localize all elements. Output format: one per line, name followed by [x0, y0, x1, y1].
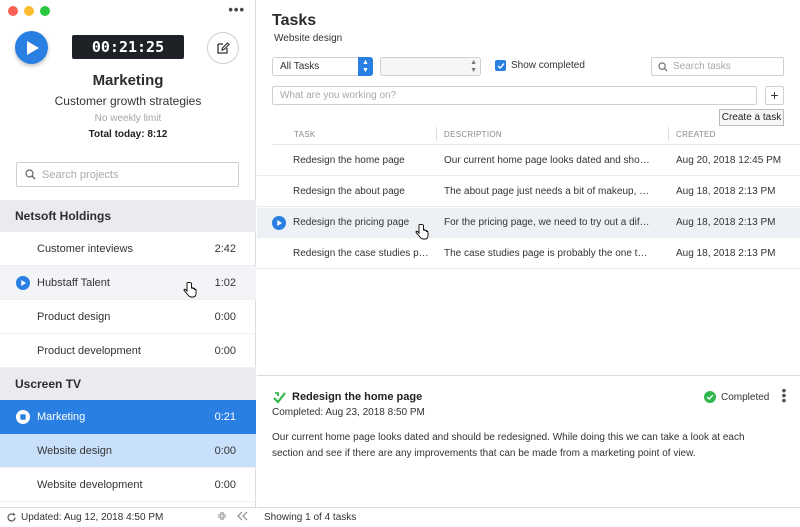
task-complete-icon	[273, 392, 286, 404]
edit-icon	[217, 42, 230, 54]
task-description: For the pricing page, we need to try out…	[444, 217, 652, 228]
project-name: Website development	[37, 478, 143, 491]
org-header-netsoft: Netsoft Holdings	[0, 200, 256, 232]
project-name: Customer inteviews	[37, 242, 133, 255]
project-row-product-design[interactable]: Product design 0:00	[0, 300, 256, 334]
project-time: 0:00	[214, 310, 236, 323]
project-time: 0:00	[214, 344, 236, 357]
create-task-button[interactable]: +	[765, 86, 784, 105]
search-tasks-input[interactable]: Search tasks	[651, 57, 784, 76]
project-name: Website design	[37, 444, 113, 457]
task-filter-select[interactable]: All Tasks ▲ ▼	[272, 57, 373, 76]
project-time: 0:21	[214, 411, 236, 423]
search-projects-input[interactable]: Search projects	[16, 162, 239, 187]
current-task-name: Customer growth strategies	[54, 94, 202, 108]
check-circle-icon	[704, 391, 716, 403]
more-vertical-icon[interactable]: • • •	[781, 383, 787, 407]
task-name: Redesign the about page	[293, 186, 405, 197]
show-completed-label: Show completed	[511, 60, 585, 71]
more-horizontal-icon[interactable]: •••	[228, 2, 245, 17]
tasks-table-header: TASK DESCRIPTION CREATED	[272, 123, 800, 145]
detail-task-title: Redesign the home page	[292, 391, 423, 403]
minimize-window-button[interactable]	[24, 6, 34, 16]
tasks-footer: Showing 1 of 4 tasks	[257, 507, 800, 527]
hubstaff-app-window: ••• 00:21:25 Marketing Customer growth s…	[0, 0, 800, 527]
weekly-limit-text: No weekly limit	[94, 113, 162, 124]
column-header-description[interactable]: DESCRIPTION	[444, 130, 502, 139]
tasks-panel: Tasks Website design All Tasks ▲ ▼ ▲ ▼ Sho…	[257, 0, 800, 527]
detail-description: Our current home page looks dated and sh…	[272, 432, 745, 459]
task-created: Aug 18, 2018 2:13 PM	[676, 248, 776, 259]
task-filter-value: All Tasks	[280, 61, 320, 72]
show-completed-toggle[interactable]: Show completed	[495, 60, 585, 71]
search-tasks-placeholder: Search tasks	[673, 61, 731, 72]
project-row-website-development[interactable]: Website development 0:00	[0, 468, 256, 502]
task-name: Redesign the home page	[293, 155, 405, 166]
task-row[interactable]: Redesign the home page Our current home …	[257, 146, 800, 176]
search-projects-placeholder: Search projects	[42, 168, 119, 181]
play-circle-icon[interactable]	[16, 275, 30, 290]
page-title: Tasks	[272, 12, 317, 29]
project-name: Marketing	[37, 411, 86, 423]
project-time: 0:00	[214, 478, 236, 491]
secondary-filter-select[interactable]: ▲ ▼	[380, 57, 481, 76]
checkbox-checked-icon[interactable]	[495, 60, 506, 71]
select-arrows-icon: ▲ ▼	[358, 57, 373, 76]
org-header-uscreen: Uscreen TV	[0, 368, 256, 400]
project-time: 0:00	[214, 444, 236, 457]
task-row[interactable]: Redesign the pricing page For the pricin…	[257, 208, 800, 238]
new-task-input[interactable]: What are you working on?	[272, 86, 757, 105]
task-created: Aug 18, 2018 2:13 PM	[676, 217, 776, 228]
task-created: Aug 18, 2018 2:13 PM	[676, 186, 776, 197]
timer-display: 00:21:25	[72, 35, 184, 59]
project-row-product-development[interactable]: Product development 0:00	[0, 334, 256, 368]
window-controls	[8, 6, 50, 16]
project-time: 2:42	[214, 242, 236, 255]
last-updated-text: Updated: Aug 12, 2018 4:50 PM	[21, 512, 164, 523]
stop-circle-icon[interactable]	[16, 410, 30, 424]
close-window-button[interactable]	[8, 6, 18, 16]
project-row-hubstaff-talent[interactable]: Hubstaff Talent 1:02	[0, 266, 256, 300]
task-row[interactable]: Redesign the about page The about page j…	[257, 177, 800, 207]
select-arrows-icon: ▲ ▼	[470, 59, 477, 74]
task-description: The case studies page is probably the on…	[444, 248, 652, 259]
project-name: Hubstaff Talent	[37, 276, 110, 289]
task-created: Aug 20, 2018 12:45 PM	[676, 155, 782, 166]
search-icon	[658, 61, 668, 72]
current-project-name: Marketing	[92, 72, 164, 89]
total-today-text: Total today: 8:12	[88, 129, 168, 140]
compact-mode-icon[interactable]	[217, 511, 227, 521]
project-row-website-design[interactable]: Website design 0:00	[0, 434, 256, 468]
project-row-marketing[interactable]: Marketing 0:21	[0, 400, 256, 434]
maximize-window-button[interactable]	[40, 6, 50, 16]
search-icon	[25, 169, 36, 180]
completed-status-label: Completed	[721, 391, 770, 403]
task-detail-pane: Redesign the home page Completed: Aug 23…	[257, 375, 800, 508]
column-header-task[interactable]: TASK	[294, 130, 316, 139]
detail-completed-date: Completed: Aug 23, 2018 8:50 PM	[272, 407, 425, 418]
project-name: Product design	[37, 310, 111, 323]
project-row-customer-interviews[interactable]: Customer inteviews 2:42	[0, 232, 256, 266]
project-time: 1:02	[214, 276, 236, 289]
start-timer-button[interactable]	[15, 31, 48, 64]
sidebar-footer: Updated: Aug 12, 2018 4:50 PM	[0, 507, 256, 527]
column-header-created[interactable]: CREATED	[676, 130, 716, 139]
play-circle-icon[interactable]	[272, 216, 286, 230]
left-sidebar: ••• 00:21:25 Marketing Customer growth s…	[0, 0, 256, 527]
task-description: The about page just needs a bit of makeu…	[444, 186, 652, 197]
project-name: Product development	[37, 344, 141, 357]
task-row[interactable]: Redesign the case studies pa... The case…	[257, 239, 800, 269]
collapse-sidebar-icon[interactable]	[237, 511, 248, 521]
task-name: Redesign the pricing page	[293, 217, 410, 228]
refresh-icon[interactable]	[6, 512, 17, 523]
edit-time-button[interactable]	[207, 32, 239, 64]
completed-status-badge[interactable]: Completed	[704, 391, 769, 403]
play-icon	[27, 40, 39, 55]
task-description: Our current home page looks dated and sh…	[444, 155, 652, 166]
task-name: Redesign the case studies pa...	[293, 248, 429, 259]
page-subtitle: Website design	[274, 33, 343, 44]
